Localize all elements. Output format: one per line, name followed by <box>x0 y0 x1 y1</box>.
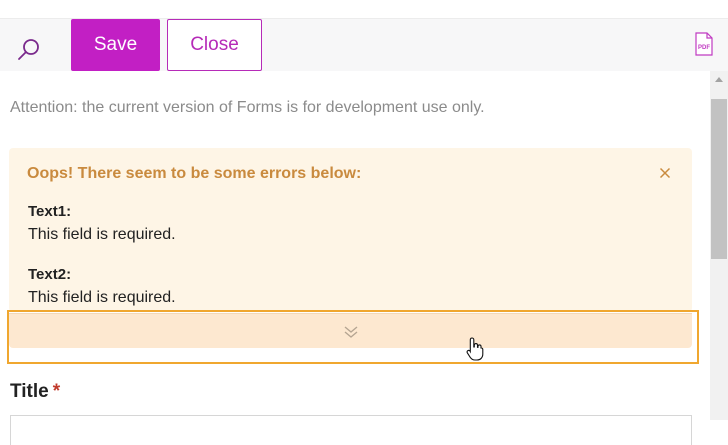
save-button[interactable]: Save <box>71 19 160 71</box>
error-summary: Oops! There seem to be some errors below… <box>9 148 692 312</box>
form-content: Attention: the current version of Forms … <box>0 71 710 445</box>
vertical-scrollbar[interactable] <box>710 71 728 420</box>
pdf-label: PDF <box>698 45 710 51</box>
title-label-text: Title <box>10 381 49 402</box>
toolbar: Save Close PDF <box>0 19 728 71</box>
hand-cursor-icon <box>466 337 484 361</box>
title-field-label: Title * <box>10 381 60 403</box>
close-button[interactable]: Close <box>167 19 262 71</box>
scroll-up-arrow-icon[interactable] <box>715 77 723 82</box>
error-heading: Oops! There seem to be some errors below… <box>27 165 362 182</box>
search-icon[interactable] <box>14 36 42 64</box>
error-message: This field is required. <box>28 226 176 243</box>
scrollbar-thumb[interactable] <box>711 99 727 259</box>
close-icon[interactable] <box>659 166 671 179</box>
show-more-errors-button[interactable] <box>9 313 692 348</box>
error-message: This field is required. <box>28 289 176 306</box>
error-field-name: Text1: <box>28 203 72 220</box>
dev-notice: Attention: the current version of Forms … <box>10 99 485 116</box>
chevron-double-down-icon <box>343 324 359 340</box>
pdf-icon[interactable]: PDF <box>694 32 714 56</box>
error-field-name: Text2: <box>28 266 72 283</box>
required-marker: * <box>52 381 61 402</box>
